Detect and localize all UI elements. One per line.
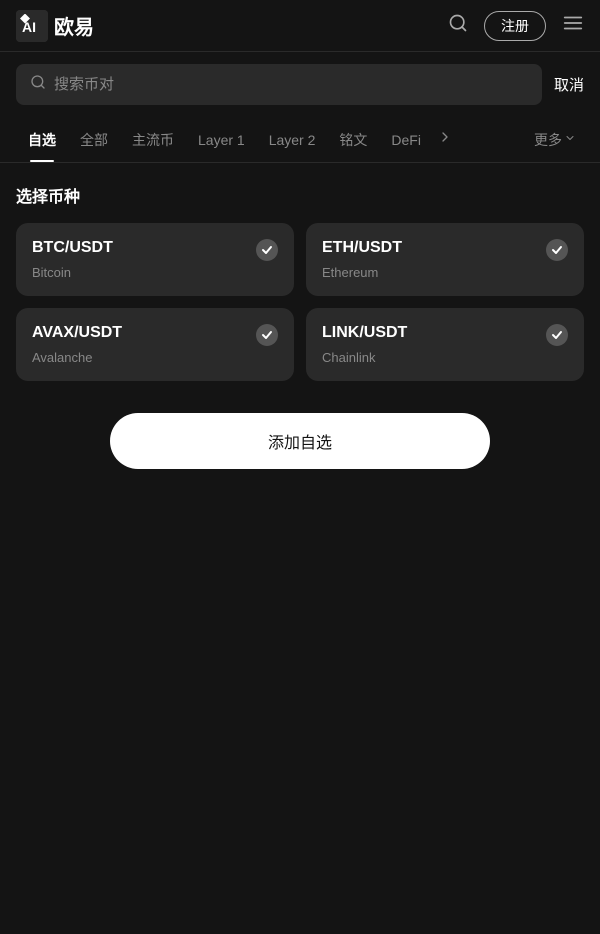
section-title: 选择币种 (16, 183, 584, 207)
tab-layer2[interactable]: Layer 2 (257, 120, 328, 160)
coin-check-btc[interactable] (256, 239, 278, 261)
coin-pair-btc: BTC/USDT (32, 239, 113, 257)
tab-mainstream[interactable]: 主流币 (120, 118, 186, 162)
content: 选择币种 BTC/USDT Bitcoin ETH/USDT (0, 163, 600, 489)
coin-card-eth-header: ETH/USDT (322, 239, 568, 261)
coin-card-btc[interactable]: BTC/USDT Bitcoin (16, 223, 294, 296)
coin-card-avax[interactable]: AVAX/USDT Avalanche (16, 308, 294, 381)
coin-name-btc: Bitcoin (32, 265, 278, 280)
search-input[interactable] (54, 76, 528, 93)
logo[interactable]: AI 欧易 (16, 10, 94, 42)
tab-inscription[interactable]: 铭文 (327, 118, 379, 162)
header-actions: 注册 (448, 11, 584, 41)
coin-check-link[interactable] (546, 324, 568, 346)
tab-more-button[interactable]: 更多 (526, 118, 584, 162)
coin-card-avax-header: AVAX/USDT (32, 324, 278, 346)
tab-bar: 自选 全部 主流币 Layer 1 Layer 2 铭文 DeFi 更多 (0, 117, 600, 163)
coin-card-eth[interactable]: ETH/USDT Ethereum (306, 223, 584, 296)
coin-name-avax: Avalanche (32, 350, 278, 365)
add-btn-container: 添加自选 (16, 413, 584, 469)
coin-check-eth[interactable] (546, 239, 568, 261)
menu-icon[interactable] (562, 12, 584, 40)
logo-icon: AI (16, 10, 48, 42)
tab-layer1[interactable]: Layer 1 (186, 120, 257, 160)
coin-pair-avax: AVAX/USDT (32, 324, 122, 342)
coin-name-eth: Ethereum (322, 265, 568, 280)
header: AI 欧易 注册 (0, 0, 600, 52)
tab-scroll-arrow[interactable] (433, 117, 457, 162)
svg-text:AI: AI (22, 19, 36, 35)
coin-pair-eth: ETH/USDT (322, 239, 402, 257)
logo-text: 欧易 (54, 11, 94, 40)
tab-all[interactable]: 全部 (68, 118, 120, 162)
coin-pair-link: LINK/USDT (322, 324, 407, 342)
tab-favorites[interactable]: 自选 (16, 118, 68, 162)
cancel-button[interactable]: 取消 (554, 74, 584, 95)
search-input-wrapper (16, 64, 542, 105)
coin-name-link: Chainlink (322, 350, 568, 365)
coin-grid: BTC/USDT Bitcoin ETH/USDT Ethereum (16, 223, 584, 381)
add-favorites-button[interactable]: 添加自选 (110, 413, 490, 469)
coin-card-link-header: LINK/USDT (322, 324, 568, 346)
search-bar-container: 取消 (0, 52, 600, 117)
coin-check-avax[interactable] (256, 324, 278, 346)
coin-card-link[interactable]: LINK/USDT Chainlink (306, 308, 584, 381)
register-button[interactable]: 注册 (484, 11, 546, 41)
tab-defi[interactable]: DeFi (379, 120, 433, 160)
header-search-icon[interactable] (448, 13, 468, 38)
search-icon (30, 74, 46, 95)
coin-card-btc-header: BTC/USDT (32, 239, 278, 261)
tab-more-chevron-icon (564, 132, 576, 147)
